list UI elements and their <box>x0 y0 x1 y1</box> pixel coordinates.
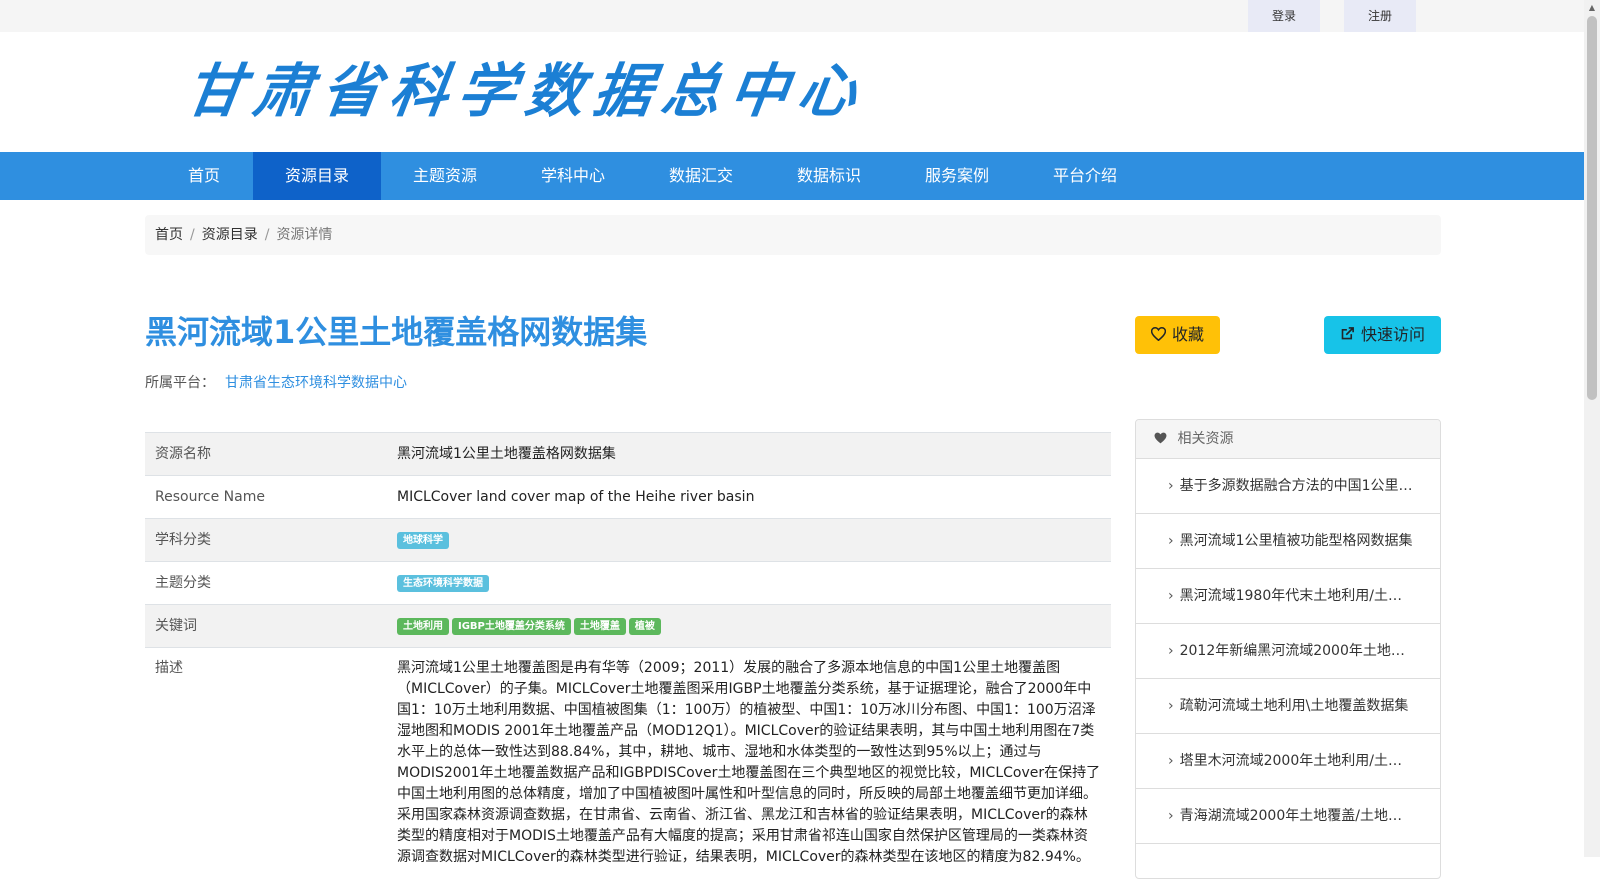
table-row: 资源名称 黑河流域1公里土地覆盖格网数据集 <box>145 432 1111 476</box>
scroll-up-icon[interactable]: ▲ <box>1584 0 1600 16</box>
row-label: 主题分类 <box>145 561 387 605</box>
chevron-right-icon: › <box>1168 753 1174 769</box>
table-row: 关键词 土地利用 IGBP土地覆盖分类系统 土地覆盖 植被 <box>145 604 1111 648</box>
related-item-label: 基于多源数据融合方法的中国1公里土地覆盖图 <box>1179 478 1440 494</box>
related-item[interactable]: › 疏勒河流域土地利用\土地覆盖数据集 <box>1136 679 1440 734</box>
table-row: 主题分类 生态环境科学数据 <box>145 561 1111 605</box>
nav-resource-catalog[interactable]: 资源目录 <box>253 152 381 200</box>
related-item-label: 疏勒河流域土地利用\土地覆盖数据集 <box>1179 698 1409 714</box>
nav-data-submission[interactable]: 数据汇交 <box>637 152 765 200</box>
quick-visit-label: 快速访问 <box>1360 325 1425 344</box>
chevron-right-icon: › <box>1168 533 1174 549</box>
breadcrumb-home[interactable]: 首页 <box>155 227 183 243</box>
row-value: 土地利用 IGBP土地覆盖分类系统 土地覆盖 植被 <box>387 604 1111 648</box>
site-logo[interactable]: 甘肃省科学数据总中心 <box>181 56 871 126</box>
heart-icon <box>1154 431 1171 447</box>
row-value: 生态环境科学数据 <box>387 561 1111 605</box>
chevron-right-icon: › <box>1168 478 1174 494</box>
keyword-tag[interactable]: 土地利用 <box>397 617 449 635</box>
nav-home[interactable]: 首页 <box>172 152 236 200</box>
description-text: 黑河流域1公里土地覆盖图是冉有华等（2009；2011）发展的融合了多源本地信息… <box>387 647 1111 868</box>
theme-tag[interactable]: 生态环境科学数据 <box>397 574 489 592</box>
login-button[interactable]: 登录 <box>1248 0 1320 32</box>
breadcrumb-separator: / <box>264 227 270 243</box>
chevron-right-icon: › <box>1168 643 1174 659</box>
platform-link[interactable]: 甘肃省生态环境科学数据中心 <box>225 375 407 391</box>
top-utility-bar: 登录 注册 <box>0 0 1584 32</box>
row-label: 学科分类 <box>145 518 387 562</box>
row-value: 黑河流域1公里土地覆盖格网数据集 <box>387 432 1111 476</box>
table-row: 学科分类 地球科学 <box>145 518 1111 562</box>
related-item-label: 2012年新编黑河流域2000年土地利用/土地覆盖图 <box>1179 643 1440 659</box>
related-item[interactable]: › 塔里木河流域2000年土地利用/土地覆盖数据集 <box>1136 734 1440 789</box>
register-button[interactable]: 注册 <box>1344 0 1416 32</box>
table-row: Resource Name MICLCover land cover map o… <box>145 475 1111 519</box>
chevron-right-icon: › <box>1168 808 1174 824</box>
related-resources-panel: 相关资源 › 基于多源数据融合方法的中国1公里土地覆盖图 › 黑河流域1公里植被功能… <box>1135 419 1441 879</box>
platform-info: 所属平台： 甘肃省生态环境科学数据中心 <box>145 372 407 392</box>
nav-theme-resources[interactable]: 主题资源 <box>381 152 509 200</box>
row-label: 资源名称 <box>145 432 387 476</box>
related-item[interactable]: › 黑河流域1公里植被功能型格网数据集 <box>1136 514 1440 569</box>
related-item-label: 塔里木河流域2000年土地利用/土地覆盖数据集 <box>1179 753 1440 769</box>
favorite-button[interactable]: 收藏 <box>1135 316 1220 354</box>
breadcrumb-separator: / <box>190 227 195 243</box>
chevron-right-icon: › <box>1168 588 1174 604</box>
related-item[interactable]: › 基于多源数据融合方法的中国1公里土地覆盖图 <box>1136 459 1440 514</box>
heart-icon <box>1150 316 1167 354</box>
table-row: 描述 黑河流域1公里土地覆盖图是冉有华等（2009；2011）发展的融合了多源本… <box>145 647 1111 868</box>
row-value: MICLCover land cover map of the Heihe ri… <box>387 475 1111 519</box>
breadcrumb-catalog[interactable]: 资源目录 <box>202 227 258 243</box>
related-resources-title: 相关资源 <box>1177 431 1234 447</box>
breadcrumb: 首页 / 资源目录 / 资源详情 <box>145 215 1441 255</box>
page-scrollbar[interactable]: ▲ <box>1584 0 1600 857</box>
row-label: 关键词 <box>145 604 387 648</box>
nav-service-cases[interactable]: 服务案例 <box>893 152 1021 200</box>
nav-data-identifier[interactable]: 数据标识 <box>765 152 893 200</box>
related-item[interactable]: › 黑河流域1980年代末土地利用/土地覆盖数据集 <box>1136 569 1440 624</box>
nav-platform-intro[interactable]: 平台介绍 <box>1021 152 1149 200</box>
resource-detail-table: 资源名称 黑河流域1公里土地覆盖格网数据集 Resource Name MICL… <box>145 432 1111 868</box>
favorite-label: 收藏 <box>1171 325 1204 344</box>
discipline-tag[interactable]: 地球科学 <box>397 531 449 549</box>
chevron-right-icon: › <box>1168 698 1174 714</box>
breadcrumb-current: 资源详情 <box>276 227 333 243</box>
keyword-tag[interactable]: 植被 <box>628 617 661 635</box>
related-item-label: 青海湖流域2000年土地覆盖/土地利用数据集 <box>1179 808 1440 824</box>
row-label: 描述 <box>145 647 387 868</box>
related-item[interactable]: › 2012年新编黑河流域2000年土地利用/土地覆盖图 <box>1136 624 1440 679</box>
nav-discipline-center[interactable]: 学科中心 <box>509 152 637 200</box>
keyword-tag[interactable]: IGBP土地覆盖分类系统 <box>452 617 571 635</box>
quick-visit-button[interactable]: 快速访问 <box>1324 316 1441 354</box>
page-title: 黑河流域1公里土地覆盖格网数据集 <box>145 313 648 351</box>
related-item-label: 黑河流域1980年代末土地利用/土地覆盖数据集 <box>1179 588 1440 604</box>
main-nav: 首页 资源目录 主题资源 学科中心 数据汇交 数据标识 服务案例 平台介绍 <box>0 152 1584 200</box>
row-label: Resource Name <box>145 475 387 519</box>
related-item[interactable]: › 青海湖流域2000年土地覆盖/土地利用数据集 <box>1136 789 1440 844</box>
scrollbar-thumb[interactable] <box>1587 16 1597 400</box>
related-resources-header: 相关资源 <box>1136 420 1440 459</box>
related-item-label: 黑河流域1公里植被功能型格网数据集 <box>1179 533 1413 549</box>
keyword-tag[interactable]: 土地覆盖 <box>573 617 626 635</box>
row-value: 地球科学 <box>387 518 1111 562</box>
platform-label: 所属平台： <box>145 375 215 391</box>
external-link-icon <box>1340 316 1355 354</box>
